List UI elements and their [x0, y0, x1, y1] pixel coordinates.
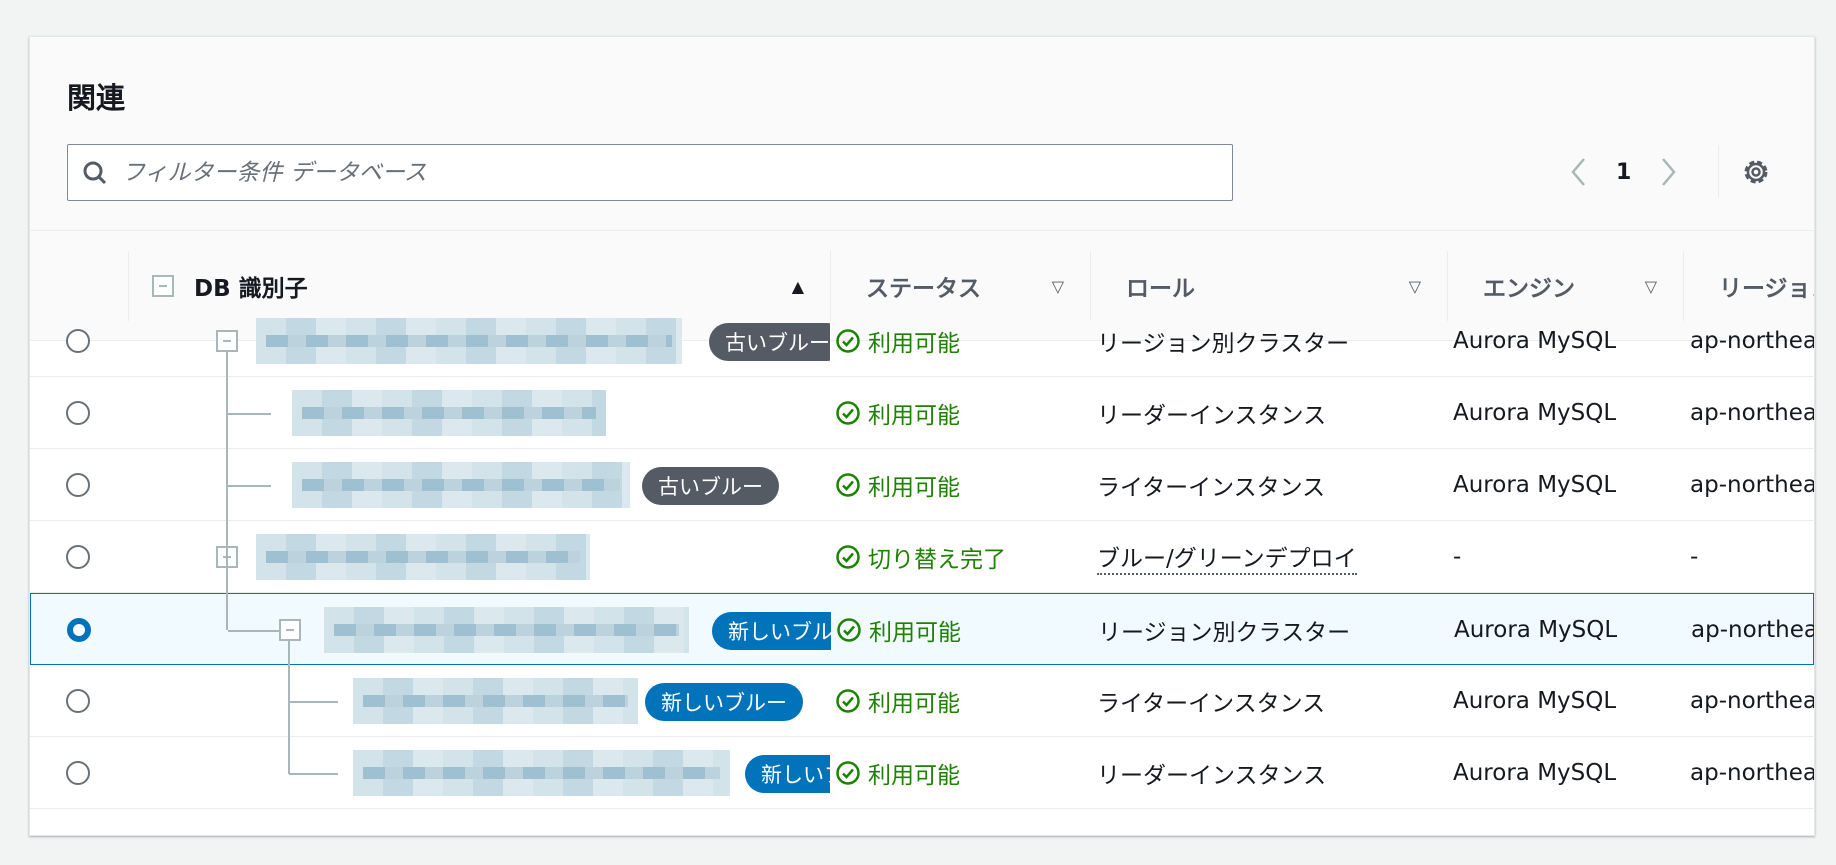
status-success-icon	[836, 761, 860, 785]
db-identifier-link-redacted[interactable]	[353, 678, 638, 724]
db-identifier-cell: 古いブルー	[128, 449, 830, 521]
engine-cell: -	[1453, 544, 1462, 570]
role-cell: ライターインスタンス	[1097, 475, 1326, 501]
divider	[1718, 145, 1719, 197]
tree-connector	[227, 485, 271, 487]
db-identifier-link-redacted[interactable]	[256, 318, 682, 364]
region-cell: ap-northeast	[1690, 688, 1814, 714]
panel-title: 関連	[67, 81, 126, 115]
role-cell: ブルー/グリーンデプロイ	[1097, 521, 1357, 593]
filter-search[interactable]	[67, 144, 1233, 201]
deployment-badge: 新しいブルー	[645, 683, 803, 721]
db-identifier-link-redacted[interactable]	[292, 462, 630, 508]
collapse-icon[interactable]	[216, 330, 238, 352]
region-cell: ap-northeast	[1690, 760, 1814, 786]
engine-cell: Aurora MySQL	[1453, 760, 1617, 786]
engine-cell: Aurora MySQL	[1453, 400, 1617, 426]
page-number[interactable]: 1	[1616, 160, 1631, 185]
pagination: 1	[1570, 150, 1677, 194]
engine-cell: Aurora MySQL	[1454, 617, 1618, 643]
db-identifier-cell: 新しいブルー	[128, 737, 830, 809]
region-cell: ap-northeast	[1690, 400, 1814, 426]
search-icon	[83, 161, 107, 184]
row-select-radio[interactable]	[67, 618, 91, 642]
collapse-all-icon[interactable]	[152, 275, 174, 297]
status-success-icon	[837, 618, 861, 642]
db-identifier-link-redacted[interactable]	[353, 750, 730, 796]
filter-input[interactable]	[122, 159, 1172, 186]
deployment-badge: 新しいブルー	[745, 755, 830, 793]
sort-icon[interactable]: ▽	[1645, 277, 1657, 296]
sort-icon[interactable]: ▽	[1052, 277, 1064, 296]
related-panel: 関連 1 DB 識別子 ▲ ステータス▽ ロール▽ エンジン▽ リー	[29, 36, 1815, 836]
db-identifier-cell	[128, 377, 830, 449]
table-row[interactable]: 利用可能 リーダーインスタンス Aurora MySQL ap-northeast	[30, 377, 1814, 449]
role-cell: リージョン別クラスター	[1097, 331, 1350, 357]
status-success-icon	[836, 473, 860, 497]
deployment-badge: 古いブルー	[642, 467, 779, 505]
deployment-badge: 古いブルー	[709, 323, 830, 361]
role-cell: リーダーインスタンス	[1097, 403, 1327, 429]
table-row[interactable]: 古いブルー 利用可能 ライターインスタンス Aurora MySQL ap-northe…	[30, 449, 1814, 521]
row-select-radio[interactable]	[66, 545, 90, 569]
status-cell: 利用可能	[836, 305, 960, 377]
engine-cell: Aurora MySQL	[1453, 472, 1617, 498]
status-success-icon	[836, 401, 860, 425]
row-select-radio[interactable]	[66, 761, 90, 785]
db-identifier-cell: 新しいブルー	[129, 594, 831, 666]
table-row[interactable]: 切り替え完了 ブルー/グリーンデプロイ - -	[30, 521, 1814, 593]
chevron-left-icon[interactable]	[1570, 157, 1586, 187]
engine-cell: Aurora MySQL	[1453, 688, 1617, 714]
region-cell: -	[1690, 544, 1699, 570]
status-success-icon	[836, 545, 860, 569]
status-cell: 切り替え完了	[836, 521, 1006, 593]
status-cell: 利用可能	[836, 737, 960, 809]
db-identifier-link-redacted[interactable]	[256, 534, 590, 580]
row-select-radio[interactable]	[66, 473, 90, 497]
status-cell: 利用可能	[837, 594, 961, 666]
deployment-badge: 新しいブルー	[712, 612, 831, 650]
tree-connector	[289, 773, 338, 775]
table-row[interactable]: 新しいブルー利用可能 リージョン別クラスター Aurora MySQL ap-nort…	[30, 593, 1814, 665]
sort-ascending-icon[interactable]: ▲	[792, 277, 804, 296]
status-success-icon	[836, 329, 860, 353]
region-cell: ap-northeast	[1690, 328, 1814, 354]
chevron-right-icon[interactable]	[1661, 157, 1677, 187]
status-cell: 利用可能	[836, 665, 960, 737]
table-row[interactable]: 古いブルー 利用可能 リージョン別クラスター Aurora MySQL ap-north…	[30, 305, 1814, 377]
db-identifier-link-redacted[interactable]	[324, 607, 689, 653]
tree-connector	[289, 701, 338, 703]
role-link[interactable]: ブルー/グリーンデプロイ	[1097, 539, 1357, 575]
db-identifier-link-redacted[interactable]	[292, 390, 606, 436]
table-row[interactable]: 新しいブルー 利用可能 ライターインスタンス Aurora MySQL ap-north…	[30, 665, 1814, 737]
row-select-radio[interactable]	[66, 329, 90, 353]
tree-connector	[226, 352, 228, 630]
table-row[interactable]: 新しいブルー利用可能 リーダーインスタンス Aurora MySQL ap-north…	[30, 737, 1814, 809]
tree-connector	[288, 640, 290, 774]
collapse-icon[interactable]	[279, 619, 301, 641]
tree-connector	[228, 630, 279, 632]
row-select-radio[interactable]	[66, 401, 90, 425]
db-identifier-cell: 古いブルー	[128, 305, 830, 377]
region-cell: ap-northeast	[1690, 472, 1814, 498]
status-success-icon	[836, 689, 860, 713]
row-select-radio[interactable]	[66, 689, 90, 713]
region-cell: ap-northeast	[1691, 617, 1814, 643]
panel-header: 関連 1	[30, 37, 1814, 231]
gear-icon[interactable]	[1741, 157, 1771, 187]
engine-cell: Aurora MySQL	[1453, 328, 1617, 354]
db-identifier-cell: 新しいブルー	[128, 665, 830, 737]
db-identifier-cell	[128, 521, 830, 593]
sort-icon[interactable]: ▽	[1409, 277, 1421, 296]
role-cell: リージョン別クラスター	[1098, 620, 1351, 646]
status-cell: 利用可能	[836, 377, 960, 449]
role-cell: リーダーインスタンス	[1097, 763, 1327, 789]
tree-connector	[227, 413, 271, 415]
status-cell: 利用可能	[836, 449, 960, 521]
role-cell: ライターインスタンス	[1097, 691, 1326, 717]
